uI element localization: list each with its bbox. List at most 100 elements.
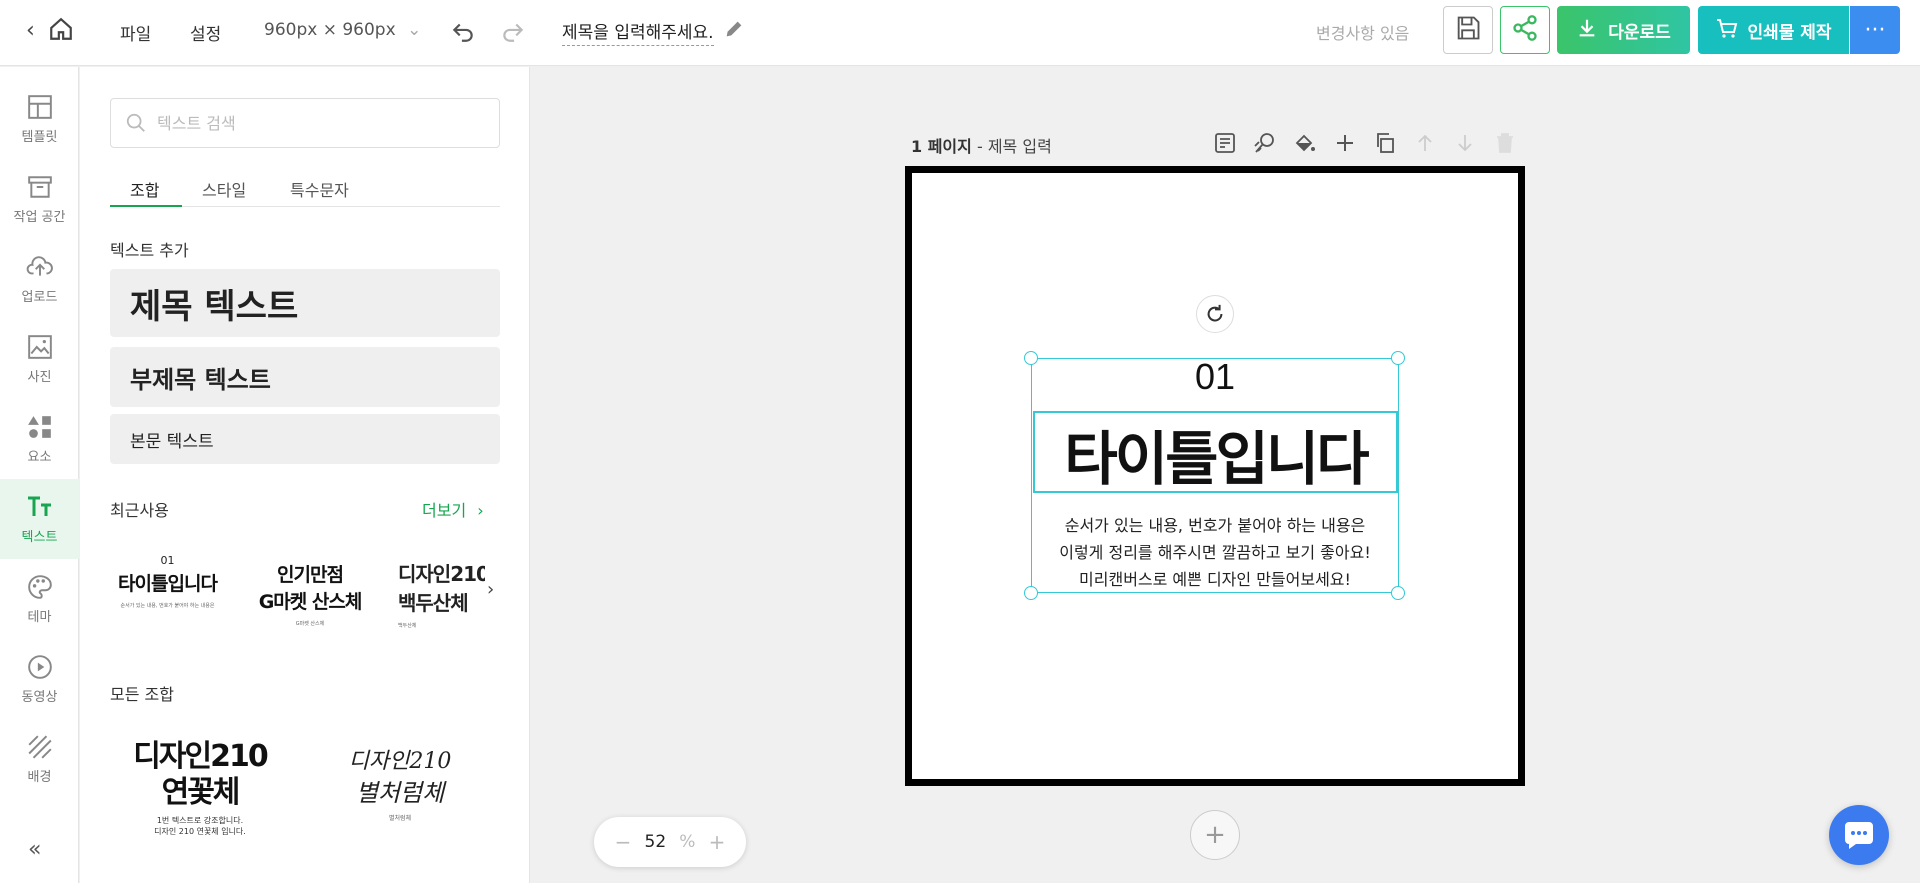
download-label: 다운로드 bbox=[1608, 22, 1671, 43]
settings-menu[interactable]: 설정 bbox=[190, 20, 221, 45]
page-label[interactable]: 1 페이지 - 제목 입력 bbox=[911, 133, 1052, 157]
canvas-body-line: 순서가 있는 내용, 번호가 붙어야 하는 내용은 bbox=[1064, 516, 1366, 535]
top-bar: ‹ 파일 설정 960px × 960px ⌄ 제목을 입력해주세요. 변경사항… bbox=[0, 0, 1920, 66]
save-icon bbox=[1454, 14, 1482, 46]
file-menu[interactable]: 파일 bbox=[120, 20, 151, 45]
cart-icon bbox=[1715, 16, 1739, 45]
tab-combination[interactable]: 조합 bbox=[130, 177, 159, 201]
canvas-body-line: 이렇게 정리를 해주시면 깔끔하고 보기 좋아요! bbox=[1059, 543, 1371, 562]
canvas-size-label: 960px × 960px bbox=[264, 20, 396, 40]
rail-item-text[interactable]: 텍스트 bbox=[0, 479, 79, 559]
zoom-control: − 52 % + bbox=[594, 817, 746, 867]
rail-item-template[interactable]: 템플릿 bbox=[0, 79, 79, 159]
download-icon bbox=[1576, 17, 1598, 44]
add-page-button[interactable]: + bbox=[1190, 810, 1240, 860]
elements-icon bbox=[27, 415, 51, 438]
all-combo-2[interactable]: 디자인210 별처럼체 별처럼체 bbox=[330, 747, 470, 859]
canvas-title-text[interactable]: 타이틀입니다 bbox=[1033, 412, 1398, 496]
rail-item-theme[interactable]: 테마 bbox=[0, 559, 79, 639]
rotate-icon bbox=[1207, 304, 1223, 322]
rail-label: 테마 bbox=[27, 609, 52, 625]
recent-combo-3[interactable]: 디자인210 백두산체 백두산체 bbox=[398, 554, 485, 644]
rail-label: 동영상 bbox=[21, 689, 58, 705]
rail-label: 텍스트 bbox=[21, 529, 58, 545]
combo-title-2: 백두산체 bbox=[398, 591, 469, 615]
combo-title-2: G마켓 산스체 bbox=[258, 591, 363, 613]
zoom-in-button[interactable]: + bbox=[709, 830, 726, 854]
undo-icon[interactable] bbox=[450, 18, 476, 48]
rail-item-background[interactable]: 배경 bbox=[0, 719, 79, 799]
recent-combo-2[interactable]: 인기만점 G마켓 산스체 G마켓 산스체 bbox=[240, 554, 380, 644]
combo-body: 백두산체 bbox=[398, 623, 417, 629]
canvas-number-text[interactable]: 01 bbox=[1031, 356, 1399, 398]
home-icon[interactable] bbox=[48, 16, 74, 46]
more-link[interactable]: 더보기 › bbox=[422, 497, 484, 521]
add-subtitle-text-button[interactable]: 부제목 텍스트 bbox=[110, 347, 500, 407]
rail-item-photo[interactable]: 사진 bbox=[0, 319, 79, 399]
move-up-icon[interactable] bbox=[1413, 131, 1437, 159]
save-button[interactable] bbox=[1443, 6, 1493, 54]
recent-combo-1[interactable]: 01 타이틀입니다 순서가 있는 내용, 번호가 붙어야 하는 내용은 bbox=[110, 554, 225, 644]
combo-body-2: 디자인 210 연꽃체 입니다. bbox=[154, 827, 246, 836]
chevron-right-icon: › bbox=[477, 501, 484, 520]
chevron-down-icon: ⌄ bbox=[407, 20, 422, 40]
rail-item-upload[interactable]: 업로드 bbox=[0, 239, 79, 319]
panel-tabs: 조합 스타일 특수문자 bbox=[110, 169, 500, 207]
upload-icon bbox=[26, 255, 53, 276]
redo-icon[interactable] bbox=[500, 18, 526, 48]
add-text-heading: 텍스트 추가 bbox=[110, 241, 189, 260]
document-title[interactable]: 제목을 입력해주세요. bbox=[562, 18, 714, 46]
canvas-size-dropdown[interactable]: 960px × 960px ⌄ bbox=[264, 20, 421, 40]
zoom-out-button[interactable]: − bbox=[615, 830, 632, 854]
duplicate-page-icon[interactable] bbox=[1373, 131, 1397, 159]
combo-body-1: 1번 텍스트로 강조합니다. bbox=[156, 816, 244, 825]
chevron-right-icon[interactable]: › bbox=[487, 579, 494, 600]
chat-button[interactable] bbox=[1829, 805, 1889, 865]
search-input[interactable] bbox=[157, 113, 487, 133]
pencil-icon[interactable] bbox=[723, 18, 745, 44]
print-order-button[interactable]: 인쇄물 제작 bbox=[1698, 6, 1849, 54]
rail-label: 템플릿 bbox=[21, 129, 58, 145]
share-button[interactable] bbox=[1500, 6, 1550, 54]
more-label: 더보기 bbox=[422, 501, 467, 520]
move-down-icon[interactable] bbox=[1453, 131, 1477, 159]
combo-body: 별처럼체 bbox=[388, 815, 412, 822]
combo-title: 타이틀입니다 bbox=[118, 573, 218, 595]
rail-item-video[interactable]: 동영상 bbox=[0, 639, 79, 719]
more-dots-icon: ··· bbox=[1864, 17, 1886, 43]
add-title-text-button[interactable]: 제목 텍스트 bbox=[110, 269, 500, 337]
trash-icon[interactable] bbox=[1493, 131, 1517, 159]
background-color-icon[interactable] bbox=[1293, 131, 1317, 159]
plus-icon: + bbox=[1204, 820, 1226, 850]
collapse-panel-icon[interactable]: « bbox=[28, 837, 41, 862]
canvas-body-text[interactable]: 순서가 있는 내용, 번호가 붙어야 하는 내용은 이렇게 정리를 해주시면 깔… bbox=[1031, 512, 1399, 593]
back-icon[interactable]: ‹ bbox=[26, 18, 35, 43]
zoom-unit: % bbox=[679, 832, 696, 852]
rotate-handle[interactable] bbox=[1196, 295, 1234, 333]
palette-icon bbox=[27, 574, 52, 599]
combo-title-2: 연꽃체 bbox=[161, 775, 241, 810]
tab-style[interactable]: 스타일 bbox=[202, 177, 246, 201]
zoom-value[interactable]: 52 bbox=[645, 832, 667, 852]
download-button[interactable]: 다운로드 bbox=[1557, 6, 1690, 54]
photo-icon bbox=[27, 334, 52, 359]
tab-special-chars[interactable]: 특수문자 bbox=[290, 177, 349, 201]
rail-item-elements[interactable]: 요소 bbox=[0, 399, 79, 479]
text-panel: 조합 스타일 특수문자 텍스트 추가 제목 텍스트 부제목 텍스트 본문 텍스트… bbox=[80, 67, 530, 883]
workspace-icon bbox=[27, 175, 52, 198]
save-status: 변경사항 있음 bbox=[1316, 24, 1410, 43]
rail-label: 업로드 bbox=[21, 289, 58, 305]
add-page-icon[interactable] bbox=[1333, 131, 1357, 159]
search-icon bbox=[126, 113, 145, 132]
all-combo-1[interactable]: 디자인210 연꽃체 1번 텍스트로 강조합니다. 디자인 210 연꽃체 입니… bbox=[120, 739, 280, 859]
add-body-text-button[interactable]: 본문 텍스트 bbox=[110, 414, 500, 464]
print-label: 인쇄물 제작 bbox=[1747, 22, 1832, 43]
rail-item-workspace[interactable]: 작업 공간 bbox=[0, 159, 79, 239]
tab-active-indicator bbox=[110, 205, 182, 207]
combo-body: 순서가 있는 내용, 번호가 붙어야 하는 내용은 bbox=[120, 603, 215, 609]
page-memo-icon[interactable] bbox=[1213, 131, 1237, 159]
combo-number: 01 bbox=[160, 554, 175, 567]
more-options-button[interactable]: ··· bbox=[1850, 6, 1900, 54]
animation-icon[interactable] bbox=[1253, 131, 1277, 159]
combo-title-1: 디자인210 bbox=[133, 739, 268, 774]
